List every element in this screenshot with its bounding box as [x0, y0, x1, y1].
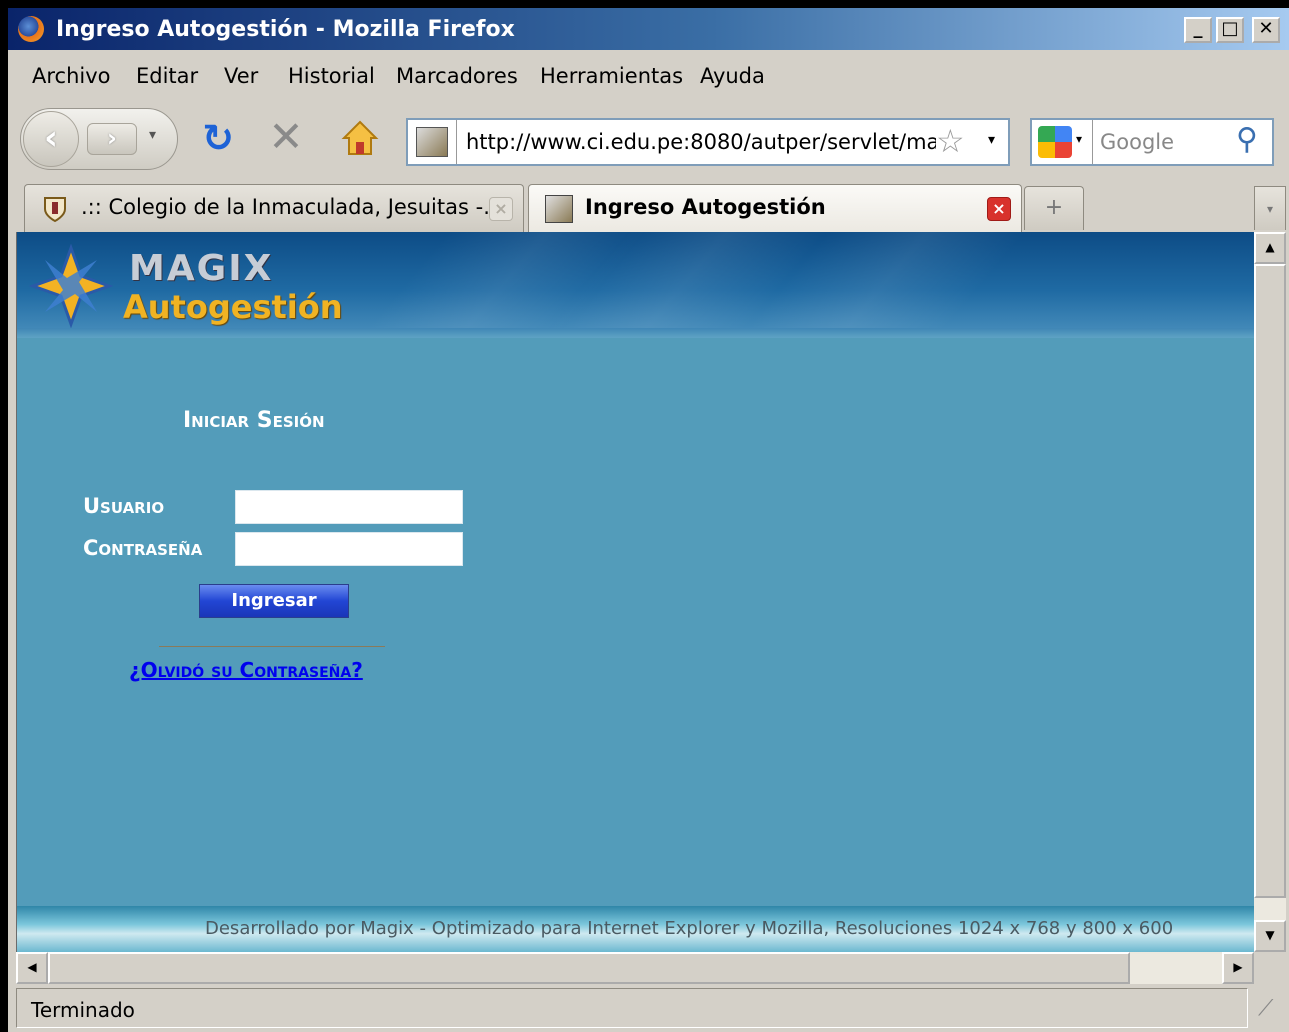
- horizontal-scroll-thumb[interactable]: [48, 952, 1130, 984]
- menu-bar: Archivo Editar Ver Historial Marcadores …: [8, 56, 1289, 96]
- search-bar[interactable]: ▾ Google ⚲: [1030, 118, 1274, 166]
- menu-historial[interactable]: Historial: [288, 64, 375, 88]
- new-tab-button[interactable]: +: [1024, 186, 1084, 230]
- status-pane: Terminado: [16, 988, 1248, 1028]
- status-text: Terminado: [31, 998, 135, 1022]
- magix-logo-icon: [29, 244, 113, 328]
- window-title: Ingreso Autogestión - Mozilla Firefox: [56, 17, 515, 42]
- bookmark-star-icon[interactable]: ☆: [936, 122, 965, 160]
- menu-archivo[interactable]: Archivo: [32, 64, 111, 88]
- brand-name: MAGIX: [129, 248, 274, 289]
- page-header: MAGIX Autogestión: [17, 232, 1254, 338]
- address-separator: [456, 120, 457, 164]
- url-dropdown-icon[interactable]: ▾: [988, 132, 995, 148]
- maximize-button[interactable]: □: [1216, 17, 1244, 43]
- reload-icon[interactable]: ↻: [198, 118, 238, 158]
- back-forward-group: ‹ › ▾: [20, 108, 178, 170]
- engine-dropdown-icon[interactable]: ▾: [1076, 132, 1082, 146]
- search-separator: [1092, 120, 1093, 164]
- history-dropdown-icon[interactable]: ▾: [149, 127, 156, 143]
- page-footer: Desarrollado por Magix - Optimizado para…: [17, 906, 1254, 952]
- browser-window: Ingreso Autogestión - Mozilla Firefox _ …: [8, 8, 1289, 1032]
- tab-label: .:: Colegio de la Inmaculada, Jesuitas -…: [81, 195, 504, 219]
- url-text[interactable]: http://www.ci.edu.pe:8080/autper/servlet…: [466, 130, 936, 154]
- page-content: MAGIX Autogestión Iniciar Sesión Usuario…: [16, 232, 1254, 952]
- scroll-right-icon[interactable]: ▶: [1222, 952, 1254, 984]
- close-tab-icon[interactable]: ×: [987, 197, 1011, 221]
- tab-colegio[interactable]: .:: Colegio de la Inmaculada, Jesuitas -…: [24, 184, 524, 232]
- vertical-scroll-thumb[interactable]: [1254, 264, 1286, 898]
- login-title: Iniciar Sesión: [183, 408, 325, 433]
- home-icon[interactable]: [340, 118, 380, 158]
- footer-text: Desarrollado por Magix - Optimizado para…: [205, 918, 1174, 939]
- forgot-password-link[interactable]: ¿Olvidó su Contraseña?: [129, 658, 363, 682]
- title-bar[interactable]: Ingreso Autogestión - Mozilla Firefox _ …: [8, 8, 1289, 50]
- close-tab-icon[interactable]: ×: [489, 197, 513, 221]
- password-label: Contraseña: [83, 536, 203, 560]
- menu-marcadores[interactable]: Marcadores: [396, 64, 518, 88]
- firefox-logo-icon: [18, 16, 44, 42]
- header-base: [17, 328, 1254, 338]
- menu-ver[interactable]: Ver: [224, 64, 258, 88]
- address-bar[interactable]: http://www.ci.edu.pe:8080/autper/servlet…: [406, 118, 1010, 166]
- minimize-button[interactable]: _: [1184, 17, 1212, 43]
- login-button[interactable]: Ingresar: [199, 584, 349, 618]
- vertical-scrollbar[interactable]: ▲ ▼: [1254, 232, 1286, 952]
- menu-herramientas[interactable]: Herramientas: [540, 64, 683, 88]
- navigation-toolbar: ‹ › ▾ ↻ ✕ http://www.ci.edu.pe:8080/autp…: [8, 100, 1289, 180]
- status-bar: Terminado ⟋: [8, 986, 1289, 1032]
- search-icon[interactable]: ⚲: [1236, 122, 1258, 157]
- site-favicon-icon: [416, 127, 448, 157]
- scroll-corner: [1254, 952, 1286, 984]
- stop-icon[interactable]: ✕: [266, 116, 306, 158]
- tab-bar: .:: Colegio de la Inmaculada, Jesuitas -…: [8, 180, 1289, 234]
- page-favicon-icon: [545, 195, 573, 223]
- close-window-button[interactable]: ✕: [1252, 17, 1280, 43]
- user-input[interactable]: [235, 490, 463, 524]
- divider: [159, 646, 385, 647]
- google-engine-icon[interactable]: [1038, 126, 1072, 158]
- brand-subtitle: Autogestión: [123, 288, 343, 326]
- back-icon[interactable]: ‹: [23, 111, 79, 167]
- scroll-down-icon[interactable]: ▼: [1254, 920, 1286, 952]
- search-input[interactable]: Google: [1100, 130, 1174, 154]
- menu-ayuda[interactable]: Ayuda: [700, 64, 765, 88]
- password-input[interactable]: [235, 532, 463, 566]
- forward-icon[interactable]: ›: [87, 123, 137, 155]
- tab-ingreso-autogestion[interactable]: Ingreso Autogestión ×: [528, 184, 1022, 234]
- scroll-up-icon[interactable]: ▲: [1254, 232, 1286, 264]
- tab-label: Ingreso Autogestión: [585, 195, 826, 219]
- menu-editar[interactable]: Editar: [136, 64, 198, 88]
- horizontal-scrollbar[interactable]: ◀ ▶: [16, 952, 1254, 984]
- resize-grip-icon[interactable]: ⟋: [1258, 996, 1273, 1021]
- scroll-left-icon[interactable]: ◀: [16, 952, 48, 984]
- school-crest-icon: [44, 197, 66, 223]
- tab-list-icon[interactable]: ▾: [1254, 186, 1286, 230]
- user-label: Usuario: [83, 494, 165, 518]
